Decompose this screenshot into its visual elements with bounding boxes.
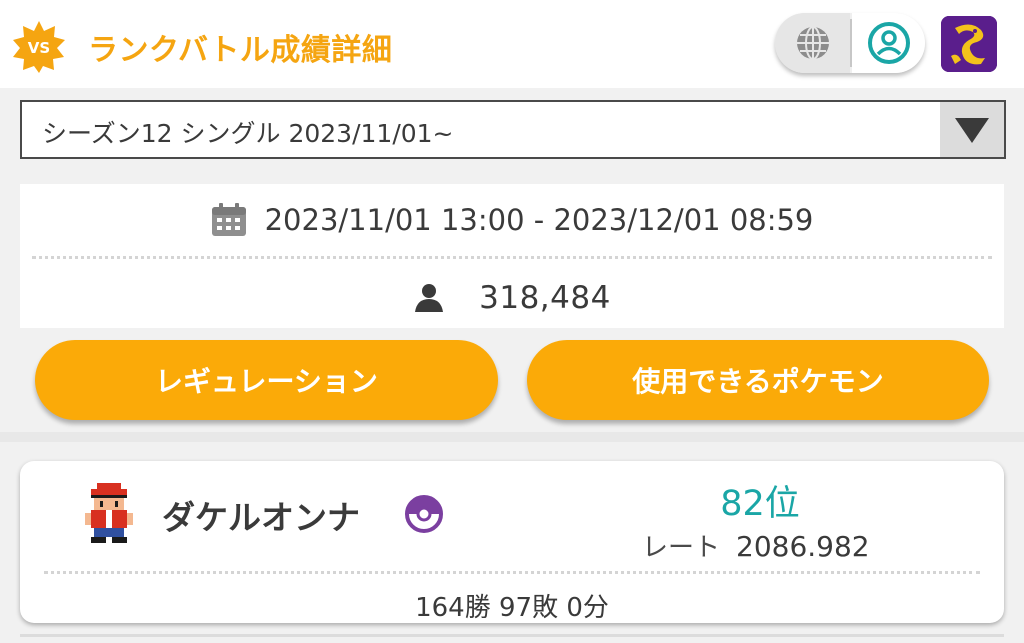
player-name: ダケルオンナ <box>162 498 360 537</box>
win-loss-record: 164勝 97敗 0分 <box>415 593 609 623</box>
rate-label: レート <box>642 533 721 563</box>
season-period: 2023/11/01 13:00 - 2023/12/01 08:59 <box>264 203 814 237</box>
team-emblem[interactable] <box>941 16 997 72</box>
season-select-value: シーズン12 シングル 2023/11/01~ <box>42 119 454 148</box>
section-divider <box>0 432 1024 442</box>
master-ball-icon <box>405 495 443 533</box>
globe-icon <box>796 26 829 60</box>
triangle-down-icon <box>955 117 989 143</box>
dotted-divider <box>44 571 980 574</box>
person-icon <box>415 284 444 312</box>
svg-text:VS: VS <box>28 39 50 57</box>
season-select[interactable]: シーズン12 シングル 2023/11/01~ <box>20 100 1006 159</box>
page-title: ランクバトル成績詳細 <box>88 33 393 68</box>
vs-star-badge-icon: VS <box>13 21 65 73</box>
player-rank: 82位 <box>720 484 800 524</box>
calendar-icon <box>211 203 246 236</box>
rate-value: 2086.982 <box>736 530 870 563</box>
language-button[interactable] <box>775 13 850 73</box>
next-card-edge <box>20 634 1004 637</box>
participant-count: 318,484 <box>479 280 611 316</box>
season-select-arrow[interactable] <box>940 102 1004 157</box>
player-card[interactable]: ダケルオンナ 82位 レート 2086.982 164勝 97敗 0分 <box>20 461 1004 623</box>
user-circle-icon <box>867 22 910 64</box>
account-button[interactable] <box>852 13 925 73</box>
season-info-panel: 2023/11/01 13:00 - 2023/12/01 08:59 318,… <box>20 184 1004 328</box>
dragon-emblem-icon <box>941 16 997 72</box>
regulation-button[interactable]: レギュレーション <box>35 340 498 420</box>
season-period-row: 2023/11/01 13:00 - 2023/12/01 08:59 <box>20 198 1004 242</box>
participants-row: 318,484 <box>20 276 1004 320</box>
rate-row: レート 2086.982 <box>642 527 870 564</box>
header-toggle-group <box>775 13 925 73</box>
trainer-sprite-icon <box>85 483 133 543</box>
dotted-divider <box>32 256 992 259</box>
usable-pokemon-button[interactable]: 使用できるポケモン <box>527 340 989 420</box>
app-header: VS ランクバトル成績詳細 <box>0 0 1024 88</box>
